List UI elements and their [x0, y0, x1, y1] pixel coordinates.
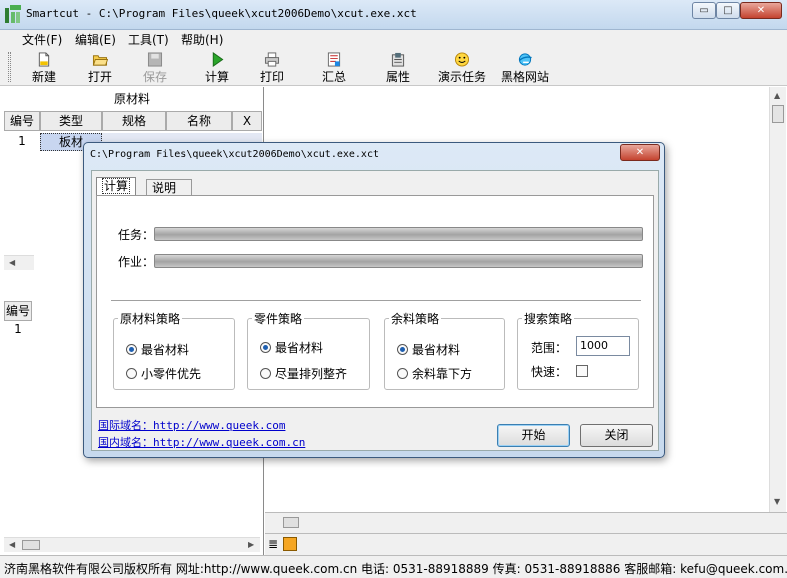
- summary-button[interactable]: 汇总: [306, 51, 362, 85]
- toolbar: 新建 打开 保存 计算 打印 汇总 属性 演示任务 黑格网站: [0, 48, 787, 86]
- grid-hscrollbar[interactable]: ◀: [4, 255, 34, 270]
- menu-help[interactable]: 帮助(H): [181, 31, 223, 48]
- layout-hscroll-thumb[interactable]: [283, 517, 299, 528]
- calc-button[interactable]: 计算: [189, 51, 245, 85]
- range-label: 范围：: [531, 341, 568, 355]
- intl-site-link[interactable]: 国际域名：http://www.queek.com: [98, 417, 285, 433]
- grid-header-spec[interactable]: 规格: [102, 111, 166, 131]
- save-button[interactable]: 保存: [127, 51, 183, 85]
- calc-tab-page: 任务： 作业： 原材料策略 最省材料 小零件优先 零件策略 最省材料 尽量排列整…: [96, 195, 654, 408]
- summary-icon: [327, 52, 341, 67]
- vscroll-thumb[interactable]: [772, 105, 784, 123]
- scroll-down-icon[interactable]: ▼: [774, 497, 780, 506]
- printer-icon: [264, 52, 280, 67]
- new-button[interactable]: 新建: [16, 51, 72, 85]
- minimize-button[interactable]: ▭: [692, 2, 716, 19]
- hscroll-thumb[interactable]: [22, 540, 40, 550]
- status-bar: 济南黑格软件有限公司版权所有 网址:http://www.queek.com.c…: [0, 555, 787, 578]
- dialog-body: 计算 说明 任务： 作业： 原材料策略 最省材料 小零件优先 零件策略 最省材料…: [91, 170, 659, 451]
- start-button[interactable]: 开始: [497, 424, 570, 447]
- grid-header-no[interactable]: 编号: [4, 111, 40, 131]
- scroll-right-icon[interactable]: ▶: [248, 540, 254, 549]
- parts-opt-neat[interactable]: 尽量排列整齐: [260, 365, 347, 382]
- tab-calc[interactable]: 计算: [96, 177, 137, 197]
- app-icon: [5, 5, 21, 23]
- menu-tools[interactable]: 工具(T): [128, 31, 169, 48]
- scroll-left-icon[interactable]: ◀: [9, 258, 15, 267]
- dialog-close-button[interactable]: ✕: [620, 144, 660, 161]
- material-strategy-group: 原材料策略 最省材料 小零件优先: [113, 310, 235, 390]
- separator: [111, 300, 641, 302]
- search-strategy-group: 搜索策略 范围： 1000 快速：: [517, 310, 639, 390]
- properties-button[interactable]: 属性: [370, 51, 426, 85]
- parts-strategy-label: 零件策略: [252, 310, 305, 327]
- close-button[interactable]: 关闭: [580, 424, 653, 447]
- print-button[interactable]: 打印: [244, 51, 300, 85]
- material-strategy-label: 原材料策略: [118, 310, 183, 327]
- folder-open-icon: [92, 55, 108, 66]
- grid-cell-no[interactable]: 1: [4, 133, 40, 151]
- grid-header-name[interactable]: 名称: [166, 111, 232, 131]
- second-grid-header-no[interactable]: 编号: [4, 301, 32, 321]
- fast-checkbox[interactable]: [576, 365, 588, 377]
- title-bar: Smartcut - C:\Program Files\queek\xcut20…: [0, 0, 787, 30]
- layout-vscrollbar[interactable]: ▲ ▼: [769, 87, 786, 512]
- grid-header-type[interactable]: 类型: [40, 111, 102, 131]
- remnant-strategy-label: 余料策略: [389, 310, 442, 327]
- browser-icon: [518, 53, 532, 66]
- window-title: Smartcut - C:\Program Files\queek\xcut20…: [26, 7, 417, 20]
- parts-opt-save[interactable]: 最省材料: [260, 339, 323, 356]
- new-file-icon: [38, 52, 50, 67]
- layout-hscrollbar[interactable]: [265, 512, 787, 533]
- properties-icon: [391, 52, 405, 67]
- bottom-toolstrip: ≣: [265, 533, 787, 555]
- material-opt-small-first[interactable]: 小零件优先: [126, 365, 201, 382]
- range-input[interactable]: 1000: [576, 336, 630, 356]
- cn-site-link[interactable]: 国内域名：http://www.queek.com.cn: [98, 434, 305, 450]
- task-label: 任务：: [118, 228, 155, 242]
- job-progress-bar: [154, 254, 643, 268]
- remnant-opt-bottom[interactable]: 余料靠下方: [397, 365, 472, 382]
- list-view-icon[interactable]: ≣: [268, 537, 278, 551]
- grid-header-x[interactable]: X: [232, 111, 262, 131]
- grid-title: 原材料: [113, 92, 150, 106]
- demo-task-button[interactable]: 演示任务: [433, 51, 491, 85]
- scroll-left-icon-2[interactable]: ◀: [9, 540, 15, 549]
- search-strategy-label: 搜索策略: [522, 310, 575, 327]
- website-button[interactable]: 黑格网站: [496, 51, 554, 85]
- play-icon: [212, 52, 224, 67]
- dialog-title: C:\Program Files\queek\xcut2006Demo\xcut…: [90, 149, 379, 160]
- status-text: 济南黑格软件有限公司版权所有 网址:http://www.queek.com.c…: [4, 562, 787, 576]
- open-button[interactable]: 打开: [72, 51, 128, 85]
- menu-edit[interactable]: 编辑(E): [75, 31, 116, 48]
- bottom-hscrollbar[interactable]: ◀ ▶: [4, 537, 260, 552]
- menu-bar: 文件(F) 编辑(E) 工具(T) 帮助(H): [0, 30, 787, 48]
- task-progress-bar: [154, 227, 643, 241]
- remnant-opt-save[interactable]: 最省材料: [397, 341, 460, 358]
- material-opt-save[interactable]: 最省材料: [126, 341, 189, 358]
- parts-strategy-group: 零件策略 最省材料 尽量排列整齐: [247, 310, 370, 390]
- second-grid-cell-no[interactable]: 1: [4, 321, 32, 339]
- save-icon: [147, 52, 163, 67]
- fast-label: 快速：: [531, 365, 568, 379]
- remnant-strategy-group: 余料策略 最省材料 余料靠下方: [384, 310, 505, 390]
- scroll-up-icon[interactable]: ▲: [774, 91, 780, 100]
- calc-dialog: C:\Program Files\queek\xcut2006Demo\xcut…: [83, 142, 665, 458]
- window-close-button[interactable]: ✕: [740, 2, 782, 19]
- picture-view-icon[interactable]: [283, 537, 297, 551]
- menu-file[interactable]: 文件(F): [22, 31, 62, 48]
- job-label: 作业：: [118, 255, 155, 269]
- toolbar-grip[interactable]: [8, 52, 11, 82]
- smiley-icon: [454, 52, 470, 67]
- maximize-button[interactable]: □: [716, 2, 740, 19]
